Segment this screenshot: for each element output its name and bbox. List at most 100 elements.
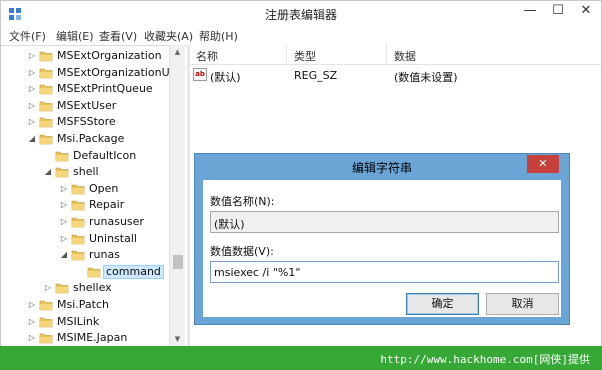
menu-edit[interactable]: 编辑(E) bbox=[56, 28, 94, 44]
dialog-body: 数值名称(N): (默认) 数值数据(V): msiexec /i "%1" 确… bbox=[203, 180, 561, 317]
tree-item[interactable]: ▷ MSExtOrganization bbox=[1, 48, 169, 64]
folder-icon bbox=[71, 201, 85, 211]
scroll-thumb[interactable] bbox=[173, 255, 183, 269]
column-divider[interactable] bbox=[386, 45, 387, 65]
folder-icon bbox=[87, 267, 101, 278]
collapsed-arrow-icon[interactable]: ▷ bbox=[27, 99, 37, 113]
tree-item[interactable]: ▷ runasuser bbox=[1, 214, 169, 230]
expanded-arrow-icon[interactable]: ◢ bbox=[43, 165, 53, 179]
tree-item[interactable]: ▷ Open bbox=[1, 181, 169, 197]
value-name-label: 数值名称(N): bbox=[210, 195, 275, 208]
site-footer-bar: http://www.hackhome.com[网侠]提供 bbox=[0, 346, 602, 370]
folder-icon bbox=[71, 234, 85, 244]
collapsed-arrow-icon[interactable]: ▷ bbox=[27, 49, 37, 63]
tree-item-label: Open bbox=[89, 181, 119, 195]
tree-item-label: shellex bbox=[73, 281, 112, 295]
list-header: 名称 类型 数据 bbox=[190, 45, 601, 65]
menu-bar: 文件(F) 编辑(E) 查看(V) 收藏夹(A) 帮助(H) bbox=[1, 27, 601, 45]
tree-item[interactable]: ▷ MSIME.Japan bbox=[1, 330, 169, 346]
value-data-label: 数值数据(V): bbox=[210, 245, 274, 258]
tree-item[interactable]: ◢ runas bbox=[1, 247, 169, 263]
tree-item-label: Msi.Package bbox=[57, 132, 125, 145]
value-name-field: (默认) bbox=[210, 211, 559, 233]
tree-item[interactable]: ▷ shellex bbox=[1, 280, 169, 296]
minimize-button[interactable]: — bbox=[517, 1, 543, 23]
value-name: (默认) bbox=[210, 71, 241, 84]
list-item[interactable]: ab (默认) REG_SZ (数值未设置) bbox=[190, 66, 601, 84]
collapsed-arrow-icon[interactable]: ▷ bbox=[59, 215, 69, 229]
collapsed-arrow-icon[interactable]: ▷ bbox=[27, 315, 37, 329]
tree-item-label: runas bbox=[89, 248, 120, 262]
tree-item[interactable]: ▷ MSFSStore bbox=[1, 114, 169, 130]
folder-icon bbox=[71, 250, 85, 261]
tree-item-label: Repair bbox=[89, 198, 125, 212]
collapsed-arrow-icon[interactable]: ▷ bbox=[27, 66, 37, 80]
tree-item[interactable]: ▷ MSILink bbox=[1, 314, 169, 330]
scroll-up-arrow-icon[interactable]: ▲ bbox=[170, 45, 185, 60]
folder-icon bbox=[39, 118, 53, 128]
tree-item-label: MSExtUser bbox=[57, 98, 117, 112]
collapsed-arrow-icon[interactable]: ▷ bbox=[27, 115, 37, 129]
menu-file[interactable]: 文件(F) bbox=[9, 28, 46, 44]
tree-item[interactable]: ◢ shell bbox=[1, 164, 169, 180]
tree-item[interactable]: DefaultIcon bbox=[1, 148, 169, 164]
tree-item[interactable]: ▷ MSExtOrganizationU bbox=[1, 65, 170, 81]
collapsed-arrow-icon[interactable]: ▷ bbox=[27, 331, 37, 345]
title-bar[interactable]: 注册表编辑器 — ☐ ✕ bbox=[1, 1, 601, 27]
collapsed-arrow-icon[interactable]: ▷ bbox=[59, 198, 69, 212]
expanded-arrow-icon[interactable]: ◢ bbox=[27, 132, 37, 146]
expanded-arrow-icon[interactable]: ◢ bbox=[59, 248, 69, 262]
tree-item-label: shell bbox=[73, 165, 99, 179]
dialog-close-button[interactable]: ✕ bbox=[527, 155, 559, 173]
folder-icon bbox=[39, 317, 53, 327]
tree-item-label: MSExtOrganizationU bbox=[57, 65, 170, 79]
tree-item-label: DefaultIcon bbox=[73, 148, 137, 162]
collapsed-arrow-icon[interactable]: ▷ bbox=[43, 281, 53, 295]
registry-tree[interactable]: ▷ MSExtOrganization ▷ MSExtOrganizationU ▷ MS… bbox=[1, 45, 187, 347]
folder-icon bbox=[71, 217, 85, 228]
tree-item-label: MSIME.Japan bbox=[57, 331, 128, 345]
edit-string-dialog: 编辑字符串 ✕ 数值名称(N): (默认) 数值数据(V): msiexec /… bbox=[194, 153, 570, 325]
folder-icon bbox=[39, 134, 53, 145]
dialog-title: 编辑字符串 bbox=[351, 161, 412, 175]
scroll-down-arrow-icon[interactable]: ▼ bbox=[170, 332, 185, 347]
collapsed-arrow-icon[interactable]: ▷ bbox=[59, 182, 69, 196]
collapsed-arrow-icon[interactable]: ▷ bbox=[59, 232, 69, 246]
footer-credit-text: http://www.hackhome.com[网侠]提供 bbox=[380, 353, 590, 366]
tree-item-label: MSILink bbox=[57, 314, 100, 328]
close-window-button[interactable]: ✕ bbox=[573, 1, 599, 23]
folder-icon bbox=[55, 151, 69, 161]
folder-icon bbox=[39, 101, 53, 112]
string-value-icon: ab bbox=[193, 68, 207, 81]
tree-item-label: MSExtOrganization bbox=[57, 49, 162, 62]
tree-item[interactable]: ▷ MSExtUser bbox=[1, 98, 169, 114]
column-header-data[interactable]: 数据 bbox=[394, 48, 416, 64]
column-header-type[interactable]: 类型 bbox=[294, 48, 316, 64]
cancel-button[interactable]: 取消 bbox=[486, 293, 559, 315]
tree-item[interactable]: ▷ Uninstall bbox=[1, 231, 169, 247]
tree-item[interactable]: ▷ Repair bbox=[1, 197, 169, 213]
window-title: 注册表编辑器 bbox=[264, 8, 337, 22]
column-divider[interactable] bbox=[286, 45, 287, 65]
tree-item[interactable]: ▷ MSExtPrintQueue bbox=[1, 81, 169, 97]
tree-item[interactable]: command bbox=[1, 264, 169, 280]
collapsed-arrow-icon[interactable]: ▷ bbox=[27, 82, 37, 96]
folder-icon bbox=[55, 284, 69, 294]
value-data-input[interactable]: msiexec /i "%1" bbox=[210, 261, 559, 283]
tree-item-label: MSExtPrintQueue bbox=[57, 82, 153, 96]
menu-view[interactable]: 查看(V) bbox=[99, 28, 137, 44]
ok-button[interactable]: 确定 bbox=[406, 293, 479, 315]
tree-item[interactable]: ▷ Msi.Patch bbox=[1, 297, 169, 313]
tree-scrollbar[interactable]: ▲ ▼ bbox=[169, 45, 185, 347]
collapsed-arrow-icon[interactable]: ▷ bbox=[27, 298, 37, 312]
value-type: REG_SZ bbox=[294, 69, 338, 82]
folder-icon bbox=[71, 184, 85, 195]
tree-item-label: Msi.Patch bbox=[57, 298, 109, 311]
tree-item[interactable]: ◢ Msi.Package bbox=[1, 131, 169, 147]
menu-help[interactable]: 帮助(H) bbox=[199, 28, 238, 44]
menu-favorites[interactable]: 收藏夹(A) bbox=[144, 28, 193, 44]
folder-icon bbox=[39, 68, 53, 78]
column-header-name[interactable]: 名称 bbox=[196, 48, 218, 64]
tree-item-label: MSFSStore bbox=[57, 115, 116, 129]
maximize-button[interactable]: ☐ bbox=[545, 1, 571, 23]
